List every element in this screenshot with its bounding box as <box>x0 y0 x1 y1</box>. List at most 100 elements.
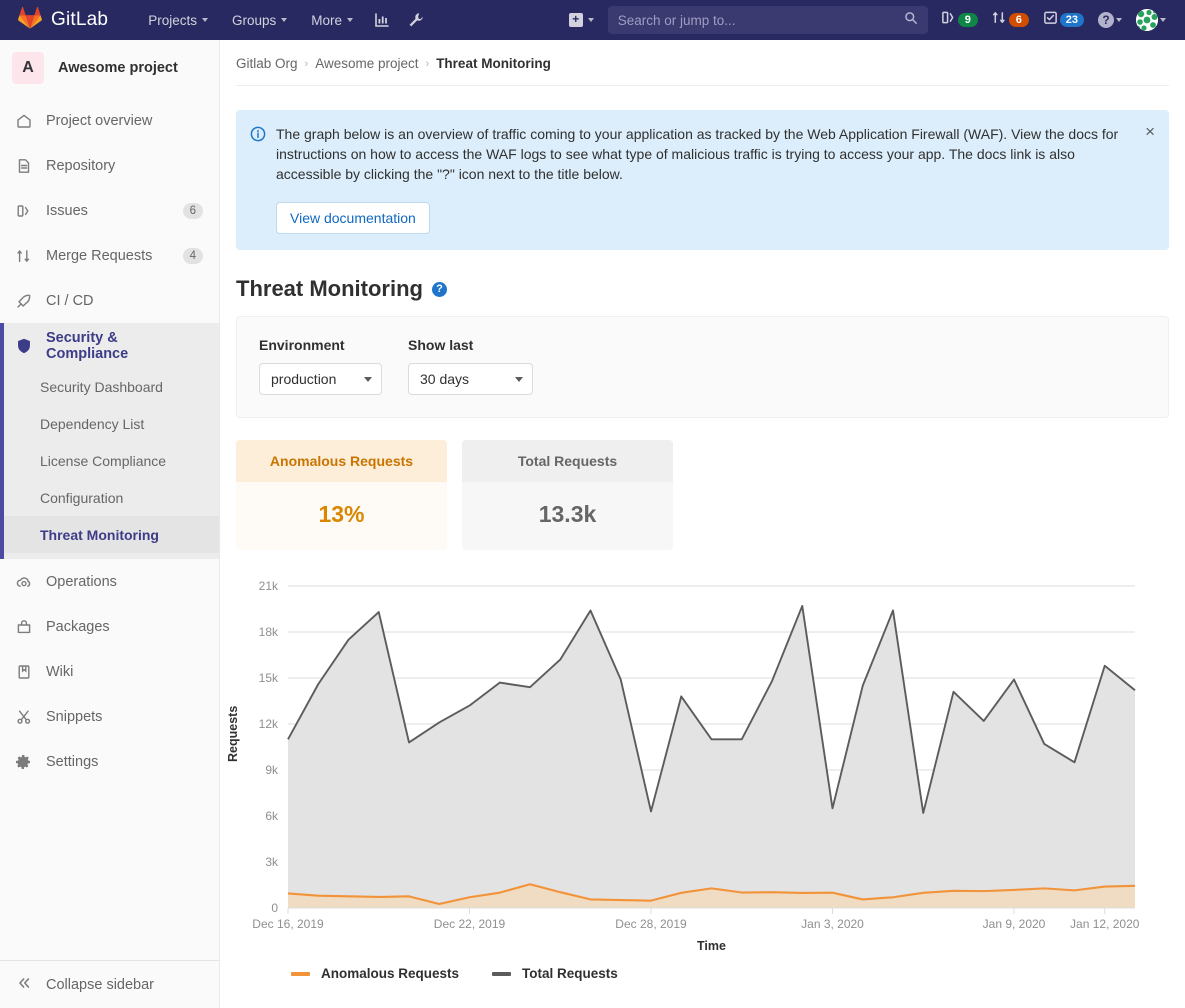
chart-x-tick-label: Dec 16, 2019 <box>252 917 324 931</box>
chart-y-tick-label: 9k <box>265 763 279 777</box>
collapse-sidebar-button[interactable]: Collapse sidebar <box>0 960 219 1008</box>
chart-legend: Anomalous Requests Total Requests <box>291 966 618 981</box>
sidebar-item-label: CI / CD <box>46 293 203 309</box>
threat-monitoring-chart: Requests 03k6k9k12k15k18k21kDec 16, 2019… <box>220 568 1185 998</box>
info-icon <box>250 126 266 234</box>
breadcrumb-current: Threat Monitoring <box>436 56 551 71</box>
gitlab-tanuki-logo-icon <box>18 6 42 35</box>
sidebar-item-snippets[interactable]: Snippets <box>0 694 219 739</box>
chart-y-tick-label: 0 <box>271 901 278 915</box>
sidebar-subnav-security: Security Dashboard Dependency List Licen… <box>0 368 219 559</box>
home-icon <box>16 113 32 129</box>
avatar <box>1136 9 1158 31</box>
chevron-double-left-icon <box>16 975 32 995</box>
page-title: Threat Monitoring <box>236 276 423 302</box>
total-requests-card: Total Requests 13.3k <box>462 440 673 550</box>
collapse-sidebar-label: Collapse sidebar <box>46 977 154 993</box>
filter-panel: Environment production Show last 30 days <box>236 316 1169 418</box>
sidebar-item-security-compliance[interactable]: Security & Compliance <box>0 323 219 368</box>
todos-counter[interactable]: 23 <box>1036 0 1091 40</box>
chart-y-tick-label: 12k <box>259 717 279 731</box>
merge-request-icon <box>16 248 32 264</box>
legend-label: Anomalous Requests <box>321 966 459 981</box>
topnav-menu: Projects Groups More <box>136 0 433 40</box>
book-icon <box>16 664 32 680</box>
chevron-down-icon <box>364 377 372 382</box>
chevron-down-icon <box>202 18 208 22</box>
show-last-select[interactable]: 30 days <box>408 363 533 395</box>
breadcrumb-project[interactable]: Awesome project <box>315 56 418 71</box>
sidebar-item-operations[interactable]: Operations <box>0 559 219 604</box>
sidebar-item-repository[interactable]: Repository <box>0 143 219 188</box>
shield-icon <box>16 338 32 354</box>
sidebar-item-label: Merge Requests <box>46 248 169 264</box>
sidebar-subitem-dependency-list[interactable]: Dependency List <box>0 405 219 442</box>
issues-icon <box>16 203 32 219</box>
legend-label: Total Requests <box>522 966 618 981</box>
legend-item-anomalous-requests[interactable]: Anomalous Requests <box>291 966 459 981</box>
project-header[interactable]: A Awesome project <box>0 40 219 98</box>
search-input[interactable] <box>618 13 904 28</box>
sidebar-item-merge-requests[interactable]: Merge Requests 4 <box>0 233 219 278</box>
sidebar-subitem-configuration[interactable]: Configuration <box>0 479 219 516</box>
sidebar-item-wiki[interactable]: Wiki <box>0 649 219 694</box>
new-item-button[interactable]: + <box>561 0 602 40</box>
issues-count-badge: 9 <box>958 13 978 27</box>
sidebar-item-count: 6 <box>183 203 203 219</box>
tools-wrench-icon[interactable] <box>399 0 433 40</box>
show-last-label: Show last <box>408 337 533 353</box>
issues-icon <box>941 10 956 30</box>
sidebar-subitem-security-dashboard[interactable]: Security Dashboard <box>0 368 219 405</box>
stats-cards: Anomalous Requests 13% Total Requests 13… <box>236 440 1169 550</box>
chart-y-tick-label: 6k <box>265 809 279 823</box>
help-question-icon[interactable]: ? <box>432 282 447 297</box>
user-menu[interactable] <box>1129 0 1173 40</box>
merge-requests-counter[interactable]: 6 <box>985 0 1036 40</box>
legend-swatch-anomalous <box>291 972 310 976</box>
anomalous-requests-value: 13% <box>236 482 447 550</box>
nav-projects[interactable]: Projects <box>136 0 220 40</box>
chart-x-tick-label: Dec 28, 2019 <box>615 917 687 931</box>
legend-item-total-requests[interactable]: Total Requests <box>492 966 618 981</box>
chart-y-tick-label: 18k <box>259 625 279 639</box>
sidebar-item-label: Wiki <box>46 664 203 680</box>
sidebar-item-issues[interactable]: Issues 6 <box>0 188 219 233</box>
chart-y-tick-label: 3k <box>265 855 279 869</box>
chart-x-tick-label: Dec 22, 2019 <box>434 917 506 931</box>
issues-counter[interactable]: 9 <box>934 0 985 40</box>
sidebar-item-packages[interactable]: Packages <box>0 604 219 649</box>
sidebar-item-label: Operations <box>46 574 203 590</box>
breadcrumb-org[interactable]: Gitlab Org <box>236 56 298 71</box>
sidebar-item-label: Project overview <box>46 113 203 129</box>
nav-groups[interactable]: Groups <box>220 0 299 40</box>
breadcrumb-separator-icon: › <box>426 58 430 70</box>
chevron-down-icon <box>281 18 287 22</box>
environment-label: Environment <box>259 337 382 353</box>
show-last-select-value: 30 days <box>420 371 469 387</box>
analytics-icon[interactable] <box>365 0 399 40</box>
project-name: Awesome project <box>58 60 178 76</box>
sidebar-nav-list-secondary: Operations Packages Wiki <box>0 559 219 784</box>
sidebar-subitem-label: Threat Monitoring <box>40 527 159 543</box>
sidebar-item-settings[interactable]: Settings <box>0 739 219 784</box>
sidebar-subitem-license-compliance[interactable]: License Compliance <box>0 442 219 479</box>
chart-y-tick-label: 15k <box>259 671 279 685</box>
scissors-icon <box>16 709 32 725</box>
nav-more[interactable]: More <box>299 0 365 40</box>
top-navigation-bar: GitLab Projects Groups More <box>0 0 1185 40</box>
anomalous-requests-card: Anomalous Requests 13% <box>236 440 447 550</box>
sidebar-item-label: Packages <box>46 619 203 635</box>
search-input-wrapper[interactable] <box>608 6 928 34</box>
chart-canvas[interactable]: 03k6k9k12k15k18k21kDec 16, 2019Dec 22, 2… <box>220 568 1185 968</box>
sidebar-item-label: Issues <box>46 203 169 219</box>
sidebar-item-project-overview[interactable]: Project overview <box>0 98 219 143</box>
sidebar-nav-list: Project overview Repository Issues 6 <box>0 98 219 368</box>
view-documentation-button[interactable]: View documentation <box>276 202 430 234</box>
close-icon[interactable]: × <box>1145 123 1155 140</box>
gitlab-logo-link[interactable]: GitLab <box>0 6 108 35</box>
sidebar-item-ci-cd[interactable]: CI / CD <box>0 278 219 323</box>
breadcrumb: Gitlab Org › Awesome project › Threat Mo… <box>236 40 1169 86</box>
sidebar-subitem-threat-monitoring[interactable]: Threat Monitoring <box>0 516 219 553</box>
environment-select[interactable]: production <box>259 363 382 395</box>
help-menu[interactable]: ? <box>1091 0 1129 40</box>
